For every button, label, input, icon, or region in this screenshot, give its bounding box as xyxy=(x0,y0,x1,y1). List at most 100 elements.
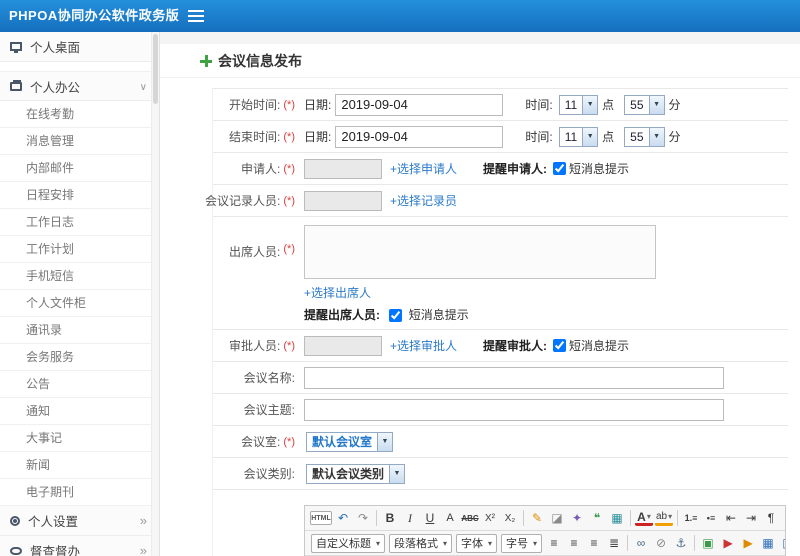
sidebar-item[interactable]: 个人文件柜 xyxy=(0,290,159,317)
subscript-icon[interactable]: X₂ xyxy=(501,509,519,527)
align-left-icon[interactable]: ≡ xyxy=(545,534,563,552)
choose-recorder-link[interactable]: +选择记录员 xyxy=(390,192,457,209)
sidebar-item[interactable]: 新闻 xyxy=(0,452,159,479)
sidebar-item[interactable]: 在线考勤 xyxy=(0,101,159,128)
start-hour-select[interactable]: 11 xyxy=(558,94,599,115)
meeting-subject-input[interactable] xyxy=(304,398,724,421)
insert-image-icon[interactable]: ▣ xyxy=(782,509,785,527)
meeting-category-select[interactable]: 默认会议类别 xyxy=(306,463,406,484)
paragraph-icon[interactable]: ¶ xyxy=(762,509,780,527)
double-chevron-icon xyxy=(140,513,147,528)
required-marker: (*) xyxy=(283,435,295,448)
font-family-select[interactable]: 字体 xyxy=(456,533,498,553)
label-text: 会议类别: xyxy=(243,467,295,481)
link-icon[interactable]: ∞ xyxy=(632,534,650,552)
sidebar-item[interactable]: 公告 xyxy=(0,371,159,398)
blockquote-icon[interactable]: ❝ xyxy=(588,509,606,527)
sidebar-item[interactable]: 通知 xyxy=(0,398,159,425)
sidebar-item[interactable]: 通讯录 xyxy=(0,317,159,344)
indent-icon[interactable]: ⇥ xyxy=(742,509,760,527)
minute-unit-label: 分 xyxy=(668,98,681,112)
choose-approver-link[interactable]: +选择审批人 xyxy=(390,337,457,354)
flash-icon[interactable]: ▶ xyxy=(719,534,737,552)
sidebar-item[interactable]: 电子期刊 xyxy=(0,479,159,506)
bold-icon[interactable]: B xyxy=(381,509,399,527)
sidebar-item[interactable]: 会务服务 xyxy=(0,344,159,371)
html-source-icon[interactable]: HTML xyxy=(310,511,332,525)
sidebar-item[interactable]: 消息管理 xyxy=(0,128,159,155)
applicant-sms-checkbox[interactable] xyxy=(553,162,567,175)
calendar-icon[interactable]: ▦ xyxy=(608,509,626,527)
date-label: 日期: xyxy=(304,130,332,144)
ordered-list-icon[interactable]: 1.≡ xyxy=(682,509,700,527)
outdent-icon[interactable]: ⇤ xyxy=(722,509,740,527)
field-label: 会议室: (*) xyxy=(213,426,297,457)
attendees-sms-checkbox[interactable] xyxy=(389,309,403,323)
remind-applicant-label: 提醒申请人: xyxy=(483,162,548,176)
end-minute-select[interactable]: 55 xyxy=(624,126,665,147)
eraser-icon[interactable]: ◪ xyxy=(548,509,566,527)
end-date-input[interactable] xyxy=(335,125,504,148)
sidebar-scrollbar[interactable] xyxy=(151,32,159,556)
sidebar-item-office[interactable]: 个人办公 xyxy=(0,71,159,101)
end-hour-select[interactable]: 11 xyxy=(558,126,599,147)
choose-attendees-link[interactable]: +选择出席人 xyxy=(304,286,371,300)
custom-heading-select[interactable]: 自定义标题 xyxy=(311,533,386,553)
applicant-input[interactable] xyxy=(304,158,382,179)
label-text: 会议记录人员: xyxy=(205,194,281,208)
pencil-icon[interactable]: ✎ xyxy=(528,509,546,527)
image-upload-icon[interactable]: ▣ xyxy=(699,534,717,552)
desktop-icon xyxy=(10,42,22,53)
underline-icon[interactable]: U xyxy=(421,509,439,527)
anchor-icon[interactable]: ⚓ xyxy=(672,534,690,552)
start-minute-select[interactable]: 55 xyxy=(624,94,665,115)
recorder-input[interactable] xyxy=(304,190,382,211)
format-brush-icon[interactable]: ✦ xyxy=(568,509,586,527)
unordered-list-icon[interactable]: •≡ xyxy=(702,509,720,527)
label-text: 审批人员: xyxy=(229,339,281,353)
meeting-room-select[interactable]: 默认会议室 xyxy=(306,431,394,452)
unlink-icon[interactable]: ⊘ xyxy=(652,534,670,552)
sidebar-item[interactable]: 手机短信 xyxy=(0,263,159,290)
sidebar-item-supervise[interactable]: 督查督办 xyxy=(0,536,159,556)
superscript-icon[interactable]: X² xyxy=(481,509,499,527)
choose-applicant-link[interactable]: +选择申请人 xyxy=(390,160,457,177)
sidebar-item[interactable]: 大事记 xyxy=(0,425,159,452)
remove-format-icon[interactable]: A xyxy=(441,509,459,527)
form-row-applicant: 申请人: (*) +选择申请人 提醒申请人: 短消息提示 xyxy=(213,153,788,185)
hour-unit-label: 点 xyxy=(602,98,615,112)
sidebar-item[interactable]: 内部邮件 xyxy=(0,155,159,182)
undo-icon[interactable]: ↶ xyxy=(334,509,352,527)
scrollbar-thumb[interactable] xyxy=(153,34,158,104)
form-row-editor: HTML↶↷BIUAABCX²X₂✎◪✦❝▦Aab1.≡•≡⇤⇥¶▣ 自定义标题… xyxy=(213,490,788,556)
grid-icon[interactable]: ▥ xyxy=(779,534,785,552)
menu-icon[interactable] xyxy=(188,10,206,22)
sidebar-item-desktop[interactable]: 个人桌面 xyxy=(0,32,159,62)
approver-sms-checkbox[interactable] xyxy=(553,339,567,352)
font-color-icon[interactable]: A xyxy=(635,510,653,526)
minute-unit-label: 分 xyxy=(668,130,681,144)
highlight-color-icon[interactable]: ab xyxy=(655,511,673,526)
redo-icon[interactable]: ↷ xyxy=(354,509,372,527)
sidebar-item-label: 督查督办 xyxy=(30,545,81,556)
meeting-name-input[interactable] xyxy=(304,366,724,389)
sidebar-item-settings[interactable]: 个人设置 xyxy=(0,506,159,536)
sidebar-item[interactable]: 工作日志 xyxy=(0,209,159,236)
start-date-input[interactable] xyxy=(335,93,504,116)
media-icon[interactable]: ▶ xyxy=(739,534,757,552)
content-top-strip xyxy=(160,32,800,44)
sidebar-item[interactable]: 日程安排 xyxy=(0,182,159,209)
form-row-approver: 审批人员: (*) +选择审批人 提醒审批人: 短消息提示 xyxy=(213,330,788,362)
attendees-textarea[interactable] xyxy=(304,225,656,279)
paragraph-format-select[interactable]: 段落格式 xyxy=(389,533,453,553)
align-justify-icon[interactable]: ≣ xyxy=(605,534,623,552)
field-label: 开始时间: (*) xyxy=(213,89,297,120)
italic-icon[interactable]: I xyxy=(401,509,419,527)
sidebar-item[interactable]: 工作计划 xyxy=(0,236,159,263)
align-right-icon[interactable]: ≡ xyxy=(585,534,603,552)
font-size-select[interactable]: 字号 xyxy=(501,533,543,553)
align-center-icon[interactable]: ≡ xyxy=(565,534,583,552)
approver-input[interactable] xyxy=(304,335,382,356)
strikethrough-icon[interactable]: ABC xyxy=(461,509,479,527)
table-icon[interactable]: ▦ xyxy=(759,534,777,552)
